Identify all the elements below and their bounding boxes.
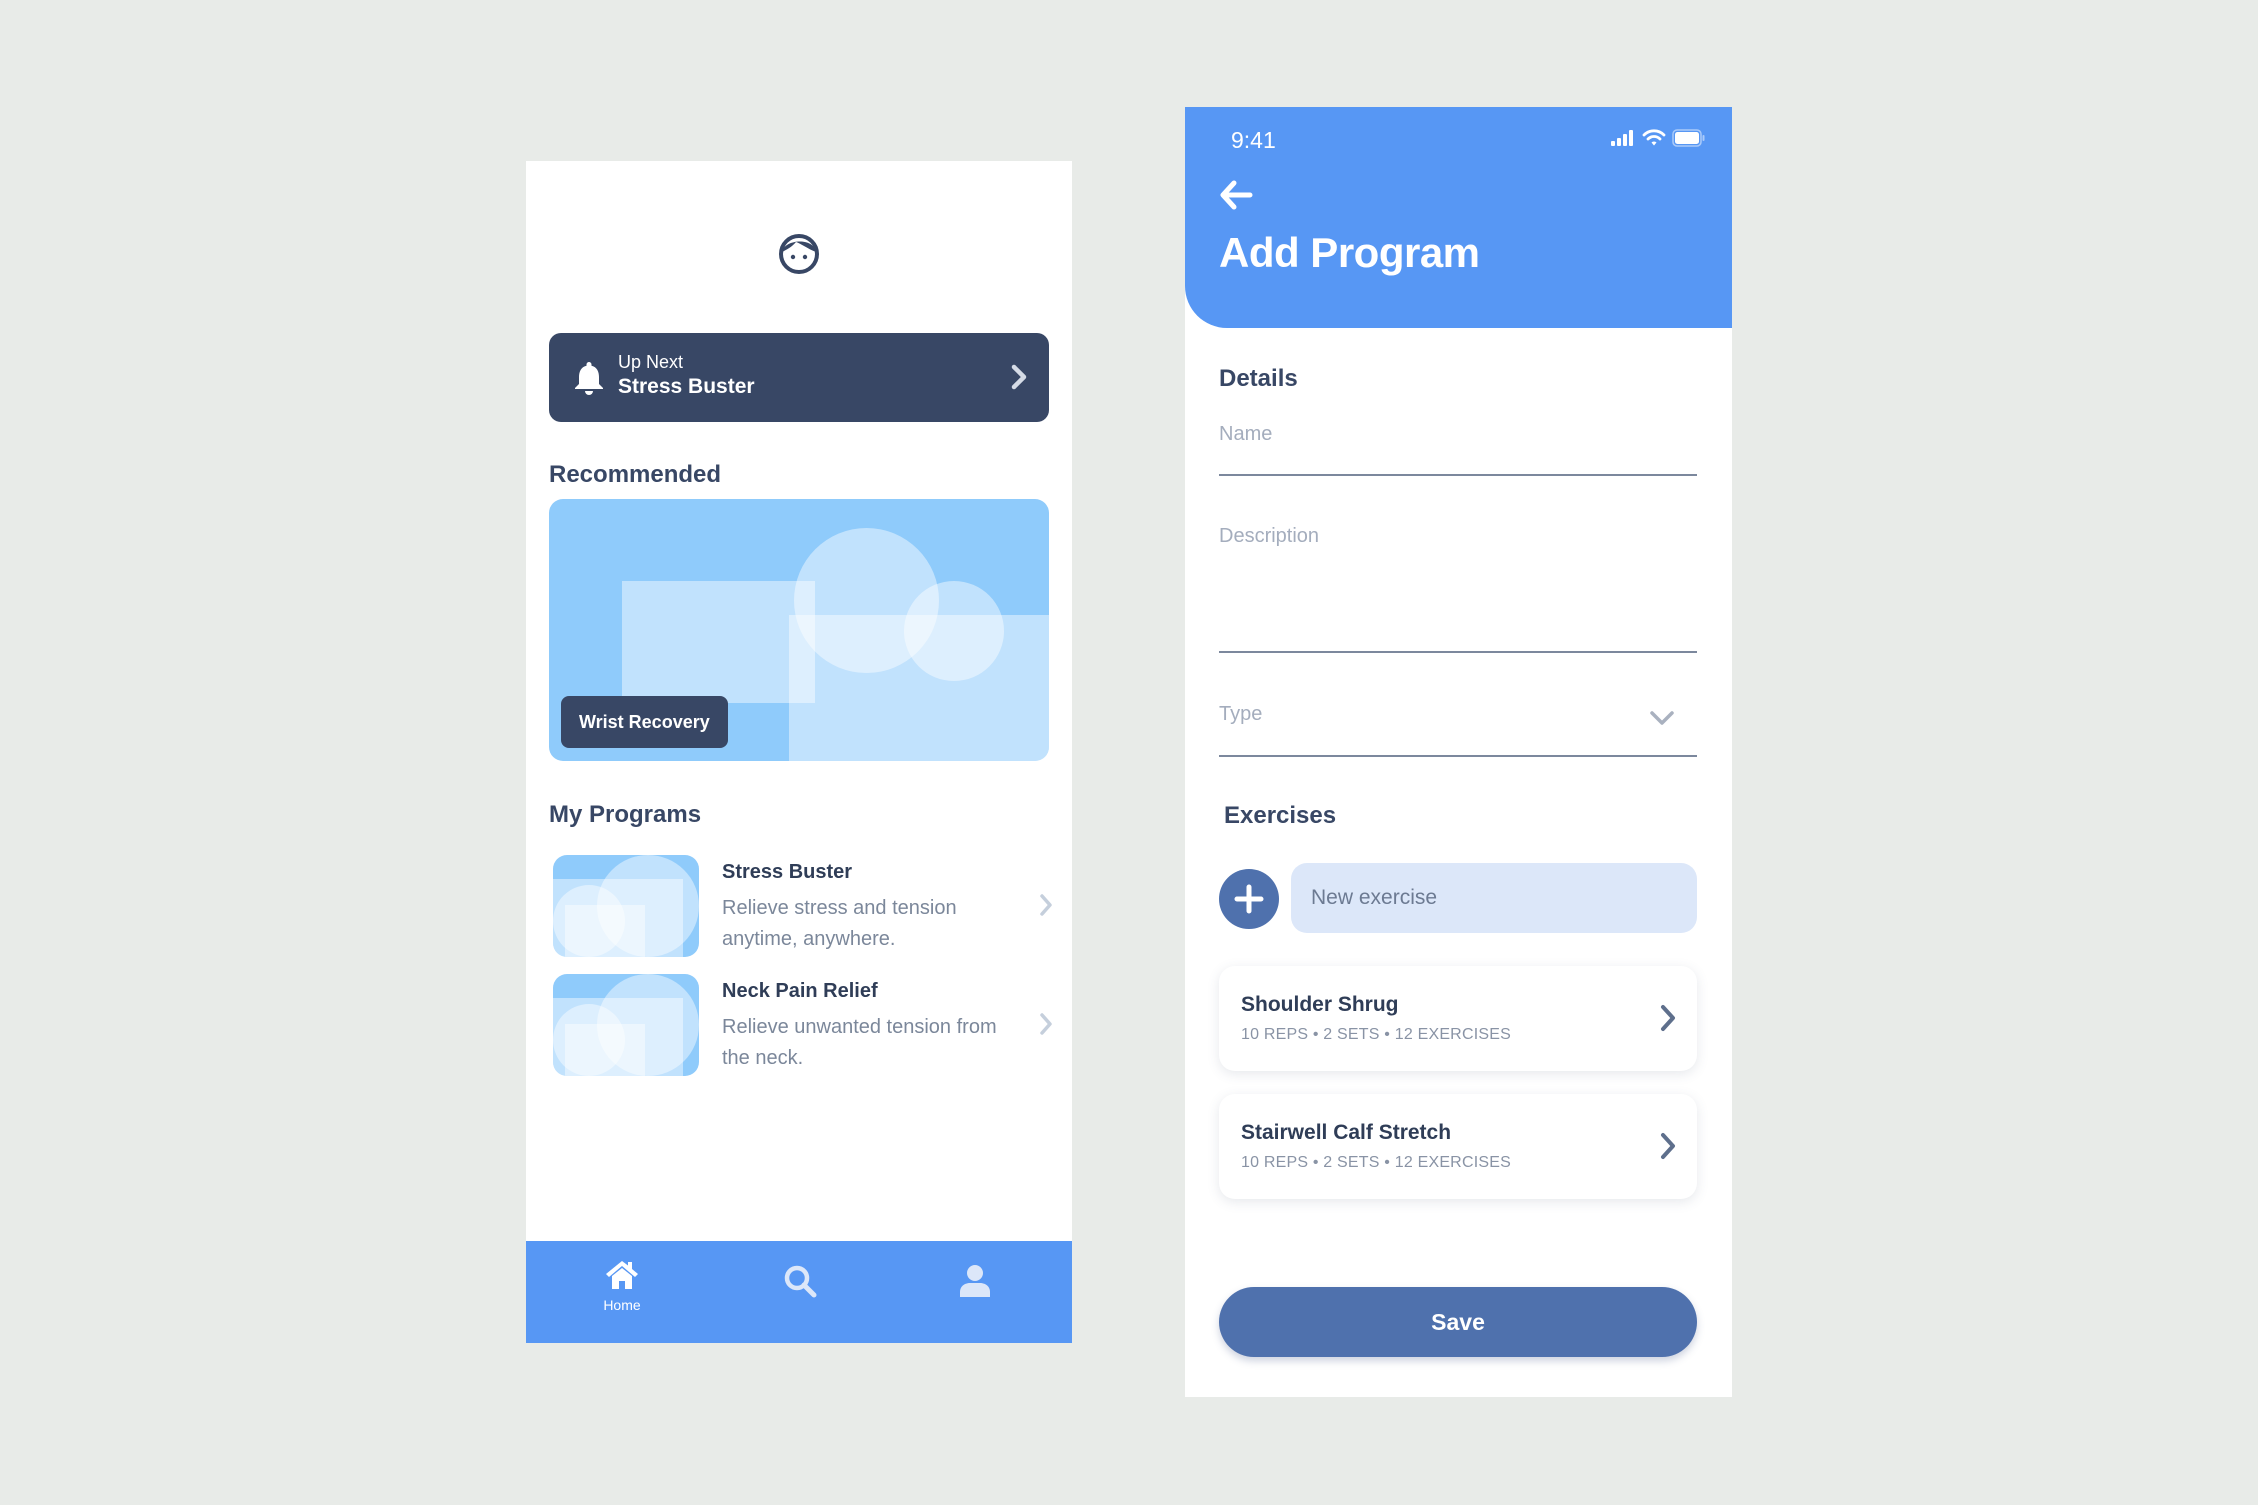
face-icon[interactable] xyxy=(778,233,820,275)
save-button[interactable]: Save xyxy=(1219,1287,1697,1357)
chevron-right-icon xyxy=(1011,364,1027,390)
exercise-meta: 10 REPS • 2 SETS • 12 EXERCISES xyxy=(1241,1154,1511,1171)
description-input[interactable] xyxy=(1219,525,1697,617)
up-next-label: Up Next xyxy=(618,352,684,372)
decorative-rect xyxy=(622,581,815,703)
exercise-title: Shoulder Shrug xyxy=(1241,993,1399,1016)
tab-home[interactable]: Home xyxy=(572,1251,672,1331)
program-thumbnail xyxy=(553,855,699,957)
program-list-item[interactable]: Stress Buster Relieve stress and tension… xyxy=(553,855,1053,959)
program-description: Relieve stress and tension anytime, anyw… xyxy=(722,897,957,950)
search-icon xyxy=(784,1265,817,1298)
up-next-banner[interactable]: Up Next Stress Buster xyxy=(549,333,1049,422)
exercise-title: Stairwell Calf Stretch xyxy=(1241,1121,1452,1144)
program-description: Relieve unwanted tension from the neck. xyxy=(722,1016,997,1069)
chevron-right-icon xyxy=(1661,1005,1675,1031)
add-program-screen: 9:41 Add Program Details Name Descriptio… xyxy=(1185,107,1732,1397)
chevron-right-icon xyxy=(1040,894,1052,916)
status-icons xyxy=(1610,129,1706,147)
type-placeholder: Type xyxy=(1219,703,1263,725)
new-exercise-input[interactable] xyxy=(1291,863,1697,933)
my-programs-heading: My Programs xyxy=(549,801,702,828)
decorative-rect xyxy=(789,615,1049,761)
exercise-card[interactable]: Shoulder Shrug 10 REPS • 2 SETS • 12 EXE… xyxy=(1219,966,1697,1071)
home-icon xyxy=(606,1261,638,1289)
chevron-right-icon xyxy=(1040,1013,1052,1035)
back-arrow-icon[interactable] xyxy=(1219,179,1253,211)
add-exercise-button[interactable] xyxy=(1219,869,1279,929)
chevron-down-icon xyxy=(1650,711,1674,725)
user-icon xyxy=(960,1265,990,1297)
battery-icon xyxy=(1672,129,1705,147)
program-title: Stress Buster xyxy=(722,861,853,883)
wifi-icon xyxy=(1642,129,1666,146)
tab-home-label: Home xyxy=(603,1297,641,1313)
plus-icon xyxy=(1234,884,1264,914)
type-select[interactable]: Type xyxy=(1219,703,1697,757)
page-title: Add Program xyxy=(1219,229,1480,276)
program-title: Neck Pain Relief xyxy=(722,980,878,1002)
tab-search[interactable] xyxy=(750,1251,850,1331)
bell-icon xyxy=(575,362,603,395)
header: 9:41 Add Program xyxy=(1185,107,1732,328)
details-heading: Details xyxy=(1219,365,1298,392)
recommended-heading: Recommended xyxy=(549,461,722,488)
program-list-item[interactable]: Neck Pain Relief Relieve unwanted tensio… xyxy=(553,974,1053,1078)
name-input[interactable] xyxy=(1219,423,1697,446)
home-screen: Up Next Stress Buster Recommended Wrist … xyxy=(526,161,1072,1343)
exercise-meta: 10 REPS • 2 SETS • 12 EXERCISES xyxy=(1241,1026,1511,1043)
bottom-tab-bar: Home xyxy=(526,1241,1072,1343)
chevron-right-icon xyxy=(1661,1133,1675,1159)
description-field[interactable] xyxy=(1219,525,1697,653)
tab-profile[interactable] xyxy=(925,1251,1025,1331)
recommended-card-label: Wrist Recovery xyxy=(561,696,728,748)
status-time: 9:41 xyxy=(1231,127,1276,153)
signal-icon xyxy=(1611,130,1633,146)
exercise-card[interactable]: Stairwell Calf Stretch 10 REPS • 2 SETS … xyxy=(1219,1094,1697,1199)
name-field[interactable] xyxy=(1219,423,1697,476)
program-thumbnail xyxy=(553,974,699,1076)
up-next-title: Stress Buster xyxy=(618,375,755,398)
recommended-card[interactable]: Wrist Recovery xyxy=(549,499,1049,761)
exercises-heading: Exercises xyxy=(1224,802,1337,829)
